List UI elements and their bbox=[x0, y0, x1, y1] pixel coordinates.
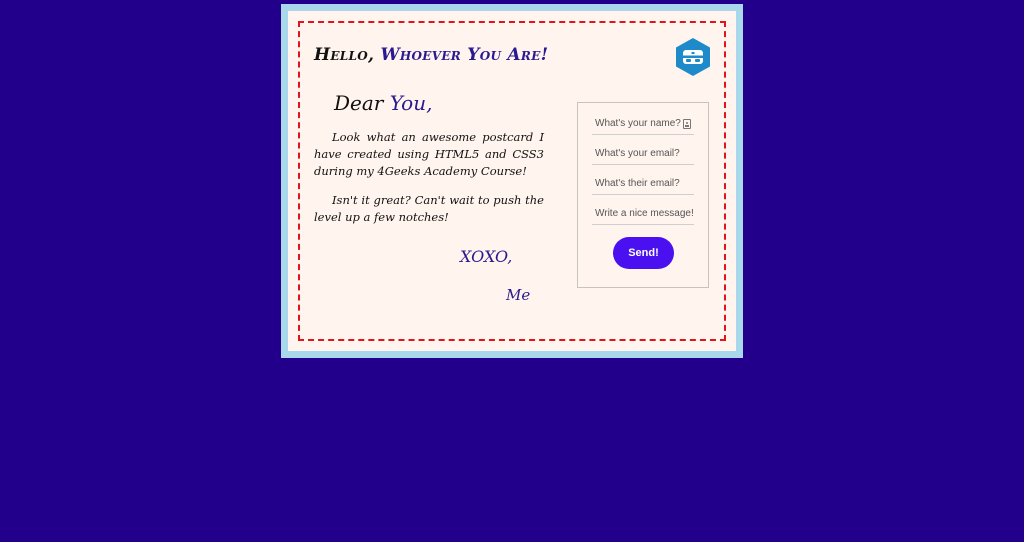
their-email-input[interactable] bbox=[592, 173, 694, 195]
letter-paragraph-1: Look what an awesome postcard I have cre… bbox=[314, 130, 544, 178]
email-input[interactable] bbox=[592, 143, 694, 165]
contact-card-icon[interactable] bbox=[683, 119, 691, 129]
letter-signature: Me bbox=[506, 286, 531, 304]
message-input[interactable] bbox=[592, 203, 694, 225]
page-title: Hello, Whoever You Are! bbox=[314, 45, 548, 65]
greeting-dear: Dear bbox=[334, 91, 390, 115]
postcard-dashed-border: Hello, Whoever You Are! Dear You, Look w… bbox=[298, 21, 726, 341]
letter-body: Dear You, Look what an awesome postcard … bbox=[314, 91, 544, 238]
postcard-paper: Hello, Whoever You Are! Dear You, Look w… bbox=[288, 11, 736, 351]
postcard: Hello, Whoever You Are! Dear You, Look w… bbox=[281, 4, 743, 358]
letter-paragraph-2: Isn't it great? Can't wait to push the l… bbox=[314, 193, 544, 224]
letter-greeting: Dear You, bbox=[334, 91, 544, 115]
send-button[interactable]: Send! bbox=[613, 237, 674, 269]
4geeks-logo-icon bbox=[676, 38, 710, 76]
postcard-form: Send! bbox=[577, 102, 709, 288]
title-hello: Hello, bbox=[314, 45, 381, 65]
name-input[interactable] bbox=[592, 113, 694, 135]
title-whoever: Whoever You Are! bbox=[380, 45, 549, 65]
letter-closing: XOXO, bbox=[460, 247, 513, 266]
greeting-you: You, bbox=[389, 91, 433, 115]
